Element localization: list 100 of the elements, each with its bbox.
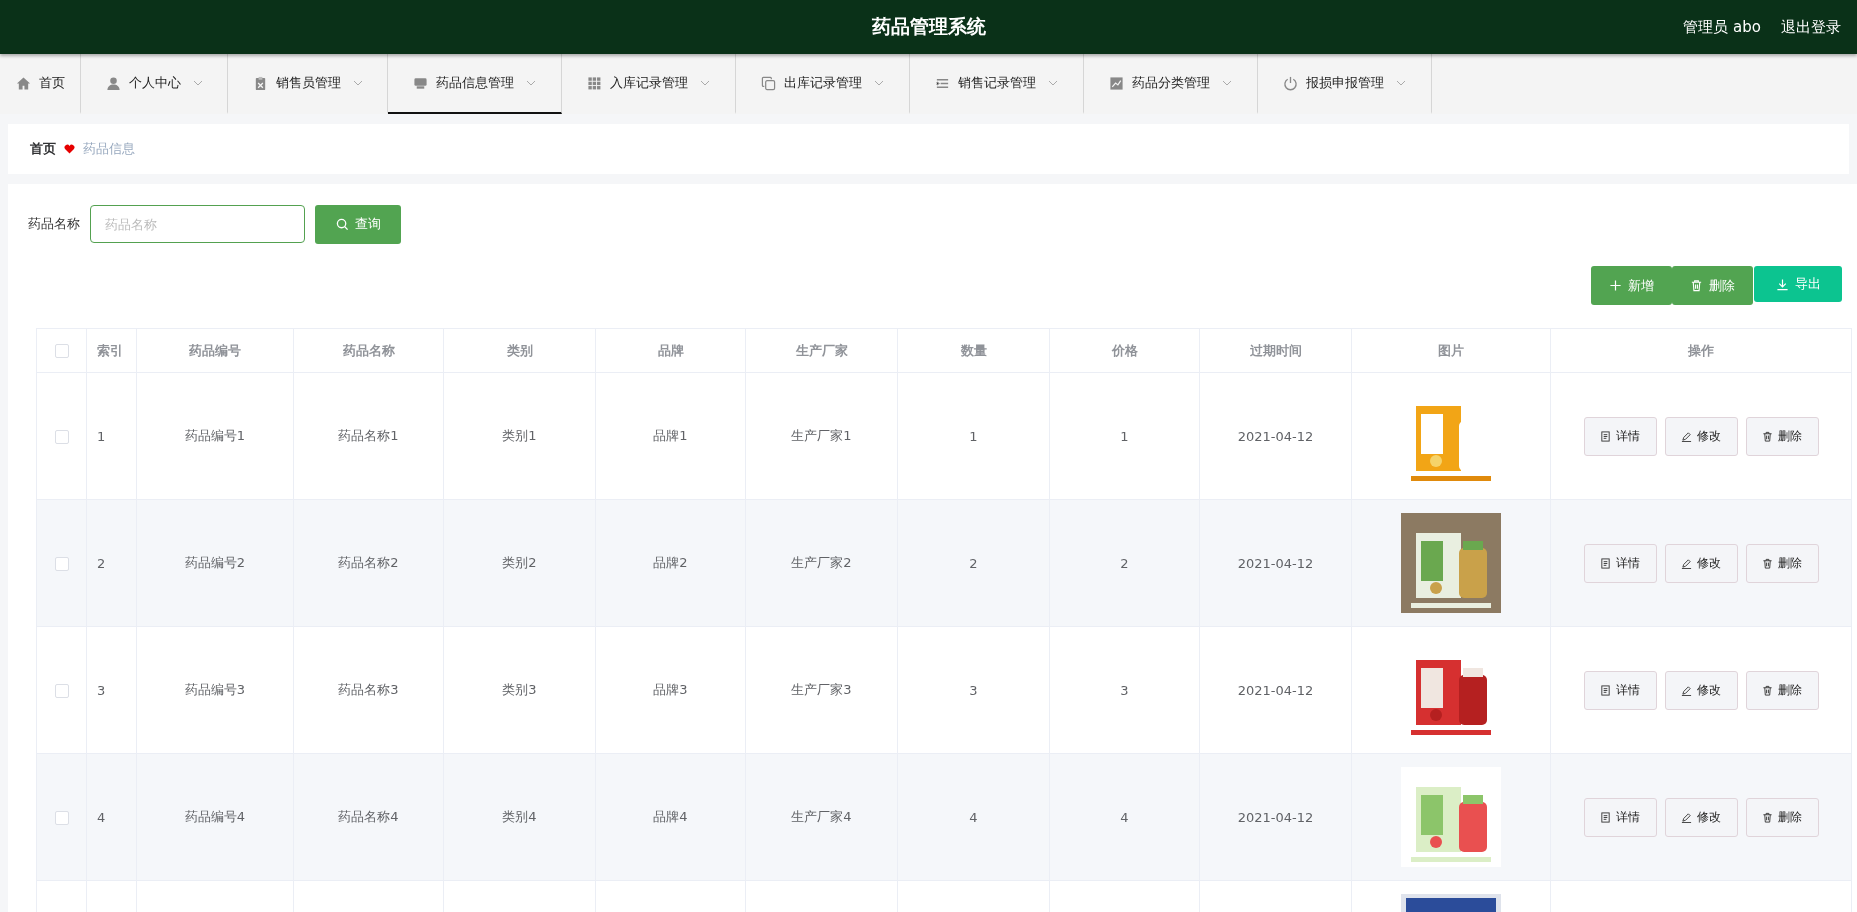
detail-button[interactable]: 详情 (1583, 670, 1657, 710)
detail-button[interactable]: 详情 (1583, 543, 1657, 583)
nav-tab[interactable]: 首页 (0, 54, 81, 114)
home-icon (15, 75, 31, 91)
column-header: 过期时间 (1199, 328, 1352, 373)
table-cell: 药品名称3 (338, 682, 399, 697)
nav-tab[interactable]: 出库记录管理 (736, 54, 910, 114)
trash-icon (1762, 684, 1773, 696)
table-cell: 类别1 (502, 428, 537, 443)
row-checkbox[interactable] (54, 556, 69, 571)
monitor-icon (413, 75, 428, 91)
edit-button[interactable]: 修改 (1664, 797, 1738, 837)
delete-button[interactable]: 删除 (1745, 670, 1819, 710)
table-cell: 药品名称1 (338, 428, 399, 443)
chevron-icon (1048, 80, 1058, 86)
table-cell: 生产厂家3 (791, 682, 852, 697)
table-cell: 生产厂家4 (791, 809, 852, 824)
table-cell: 药品名称2 (338, 555, 399, 570)
chevron-icon (874, 80, 884, 86)
nav-tab[interactable]: 销售记录管理 (910, 54, 1084, 114)
trash-icon (1690, 279, 1703, 292)
document-icon (1600, 684, 1611, 696)
table-cell: 药品编号3 (184, 682, 246, 697)
column-header: 生产厂家 (745, 328, 898, 373)
logout-link[interactable]: 退出登录 (1781, 17, 1841, 37)
detail-button[interactable]: 详情 (1583, 416, 1657, 456)
table-cell: 药品编号2 (184, 555, 246, 570)
pencil-icon (1681, 684, 1692, 696)
search-field[interactable]: 药品名称 (90, 205, 305, 243)
table-cell: 类别4 (502, 809, 537, 824)
table-cell: 1 (97, 428, 106, 444)
column-header: 药品编号 (136, 328, 294, 373)
delete-button[interactable]: 删除 (1745, 543, 1819, 583)
row-checkbox[interactable] (54, 810, 69, 825)
power-icon (1283, 75, 1298, 91)
delete-button[interactable]: 删除 (1745, 416, 1819, 456)
table-cell: 3 (1120, 682, 1129, 698)
chevron-icon (192, 80, 203, 86)
column-header: 价格 (1049, 328, 1200, 373)
table-cell: 品牌1 (653, 428, 688, 443)
table-cell: 品牌3 (653, 682, 688, 697)
chart-icon (1109, 75, 1124, 91)
row-checkbox[interactable] (54, 429, 69, 444)
select-all-checkbox[interactable] (54, 344, 69, 359)
document-icon (1600, 430, 1611, 442)
chevron-icon (700, 80, 710, 86)
nav-tab[interactable]: 入库记录管理 (562, 54, 736, 114)
nav-tab[interactable]: 药品信息管理 (388, 54, 562, 114)
nav-tab[interactable]: 报损申报管理 (1258, 54, 1432, 114)
trash-icon (1762, 430, 1773, 442)
pencil-icon (1681, 557, 1692, 569)
grid-icon (587, 75, 602, 91)
table-cell: 4 (1120, 809, 1129, 825)
trash-icon (1762, 557, 1773, 569)
download-icon (1775, 277, 1789, 291)
column-header: 图片 (1351, 328, 1551, 373)
table-cell: 3 (969, 682, 978, 698)
chevron-icon (526, 80, 536, 86)
document-icon (1600, 811, 1611, 823)
table-cell: 2021-04-12 (1237, 809, 1314, 825)
trash-icon (1762, 811, 1773, 823)
nav-tab[interactable]: 药品分类管理 (1084, 54, 1258, 114)
search-icon (335, 217, 349, 231)
table-cell: 类别2 (502, 555, 537, 570)
copy-icon (761, 75, 776, 91)
table-cell: 4 (969, 809, 978, 825)
table-cell: 4 (97, 809, 106, 825)
detail-button[interactable]: 详情 (1583, 797, 1657, 837)
edit-button[interactable]: 修改 (1664, 416, 1738, 456)
pencil-icon (1681, 430, 1692, 442)
edit-button[interactable]: 修改 (1664, 543, 1738, 583)
column-header: 药品名称 (293, 328, 444, 373)
column-header: 类别 (443, 328, 596, 373)
table-cell: 2021-04-12 (1237, 428, 1314, 444)
table-cell: 2 (969, 555, 978, 571)
column-header: 数量 (897, 328, 1050, 373)
table-cell: 2 (97, 555, 106, 571)
table-cell: 药品编号4 (184, 809, 246, 824)
field-label: 药品名称 (28, 215, 80, 233)
table-cell: 生产厂家1 (791, 428, 852, 443)
table-cell: 2021-04-12 (1237, 682, 1314, 698)
edit-button[interactable]: 修改 (1664, 670, 1738, 710)
column-header: 操作 (1550, 328, 1852, 373)
delete-button[interactable]: 删除 (1745, 797, 1819, 837)
chevron-icon (1222, 80, 1232, 86)
table-cell: 1 (1120, 428, 1129, 444)
heart-icon (64, 144, 75, 154)
breadcrumb-link[interactable]: 首页 (30, 140, 56, 158)
table-cell: 药品编号1 (184, 428, 246, 443)
document-icon (1600, 557, 1611, 569)
nav-tab[interactable]: 个人中心 (81, 54, 228, 114)
breadcrumb-current: 药品信息 (83, 140, 135, 158)
row-checkbox[interactable] (54, 683, 69, 698)
chevron-icon (352, 80, 363, 86)
table-cell: 药品名称4 (338, 809, 399, 824)
chevron-icon (1396, 80, 1406, 86)
table-cell: 品牌2 (653, 555, 688, 570)
app-title: 药品管理系统 (871, 14, 986, 39)
table-cell: 类别3 (502, 682, 537, 697)
table-cell: 3 (97, 682, 106, 698)
